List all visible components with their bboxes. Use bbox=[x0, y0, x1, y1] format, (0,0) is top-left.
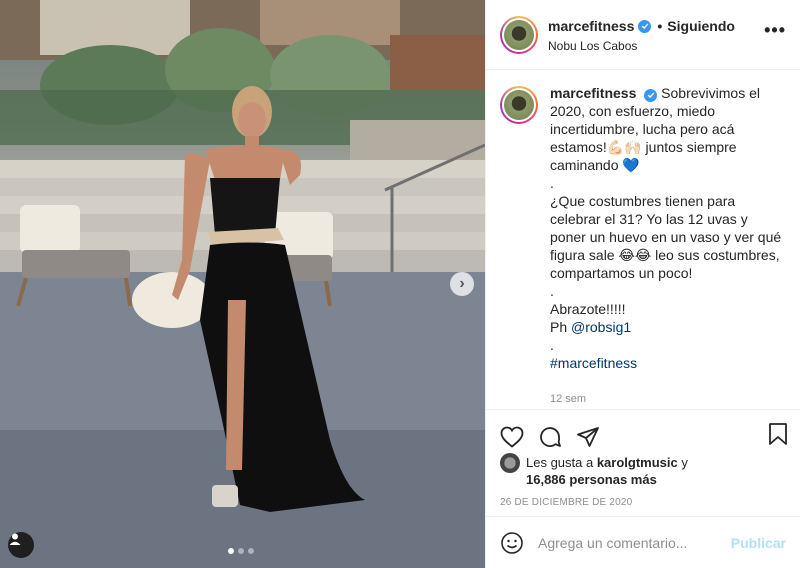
location-link[interactable]: Nobu Los Cabos bbox=[548, 39, 735, 53]
chair-back bbox=[20, 205, 80, 253]
action-bar bbox=[486, 410, 800, 454]
chevron-right-icon: › bbox=[459, 275, 465, 292]
comment-form: Publicar bbox=[486, 516, 800, 568]
liker-username[interactable]: karolgtmusic bbox=[597, 455, 678, 470]
carousel-next-button[interactable]: › bbox=[450, 272, 474, 296]
caption-line: Sobrevivimos el bbox=[661, 85, 760, 101]
emoji-button[interactable] bbox=[500, 531, 524, 555]
likes-summary: Les gusta a karolgtmusic y 16,886 person… bbox=[486, 453, 800, 488]
save-button[interactable] bbox=[768, 422, 788, 451]
like-button[interactable] bbox=[500, 426, 524, 448]
user-tag-icon bbox=[9, 533, 21, 545]
hashtag-link[interactable]: #marcefitness bbox=[550, 354, 786, 372]
share-button[interactable] bbox=[576, 425, 600, 449]
comment-icon bbox=[540, 427, 561, 447]
separator-dot: • bbox=[657, 18, 663, 34]
avatar-image bbox=[504, 20, 534, 50]
face bbox=[238, 102, 266, 138]
avatar[interactable] bbox=[500, 16, 538, 54]
caption-line: caminando 💙 bbox=[550, 157, 640, 173]
likes-prefix: Les gusta a bbox=[526, 455, 597, 470]
caption-line: celebrar el 31? Yo las 12 uvas y bbox=[550, 211, 748, 227]
photo-scene bbox=[0, 0, 485, 568]
post-photo[interactable]: › bbox=[0, 0, 485, 568]
caption-line: . bbox=[550, 175, 554, 191]
paper-plane-icon bbox=[577, 427, 599, 447]
caption-line: . bbox=[550, 337, 554, 353]
carousel-dot bbox=[248, 548, 254, 554]
likes-connector: y bbox=[677, 455, 688, 470]
caption-line: 2020, con esfuerzo, miedo bbox=[550, 103, 715, 119]
caption-line: . bbox=[550, 283, 554, 299]
comment-button[interactable] bbox=[538, 425, 562, 449]
bookmark-icon bbox=[769, 423, 787, 445]
shoe bbox=[212, 485, 238, 507]
avatar-image bbox=[504, 90, 534, 120]
caption-line: figura sale 😂😂 leo sus costumbres, bbox=[550, 247, 780, 263]
ottoman bbox=[132, 272, 212, 328]
mention-link[interactable]: @robsig1 bbox=[571, 319, 631, 335]
carousel-dot bbox=[238, 548, 244, 554]
heart-icon bbox=[500, 426, 524, 448]
shoulders bbox=[205, 145, 285, 180]
carousel-dot bbox=[228, 548, 234, 554]
verified-badge-icon bbox=[638, 19, 652, 33]
comment-input[interactable] bbox=[538, 534, 731, 551]
caption-line: Abrazote!!!!! bbox=[550, 301, 626, 317]
caption-avatar[interactable] bbox=[500, 86, 538, 124]
chair-seat bbox=[22, 250, 130, 278]
verified-badge-icon bbox=[644, 88, 658, 102]
carousel-dots bbox=[228, 548, 254, 554]
likes-count[interactable]: 16,886 personas más bbox=[526, 472, 657, 487]
post-header: marcefitness • Siguiendo Nobu Los Cabos … bbox=[486, 0, 800, 70]
caption-username[interactable]: marcefitness bbox=[550, 85, 636, 101]
caption-text: marcefitness Sobrevivimos el 2020, con e… bbox=[550, 84, 786, 409]
caption-line: incertidumbre, lucha pero acá bbox=[550, 121, 735, 137]
more-options-icon[interactable]: ••• bbox=[764, 20, 786, 41]
tagged-users-button[interactable] bbox=[8, 532, 34, 558]
emoji-icon bbox=[501, 531, 523, 554]
caption-line: compartamos un poco! bbox=[550, 265, 693, 281]
time-ago[interactable]: 12 sem bbox=[550, 390, 786, 408]
caption-section: marcefitness Sobrevivimos el 2020, con e… bbox=[486, 70, 800, 410]
publish-button[interactable]: Publicar bbox=[731, 535, 786, 551]
following-button[interactable]: Siguiendo bbox=[667, 18, 735, 34]
swimsuit bbox=[210, 178, 280, 235]
building-wing bbox=[390, 35, 485, 90]
post-sidebar: marcefitness • Siguiendo Nobu Los Cabos … bbox=[485, 0, 800, 568]
liker-avatar[interactable] bbox=[500, 453, 520, 473]
caption-line: estamos!💪🏻🙌🏻 juntos siempre bbox=[550, 139, 737, 155]
caption-line: ¿Que costumbres tienen para bbox=[550, 193, 736, 209]
username-link[interactable]: marcefitness bbox=[548, 18, 634, 34]
caption-line: poner un huevo en un vaso y ver qué bbox=[550, 229, 782, 245]
post-date[interactable]: 26 DE DICIEMBRE DE 2020 bbox=[486, 488, 800, 518]
caption-line: Ph bbox=[550, 319, 572, 335]
